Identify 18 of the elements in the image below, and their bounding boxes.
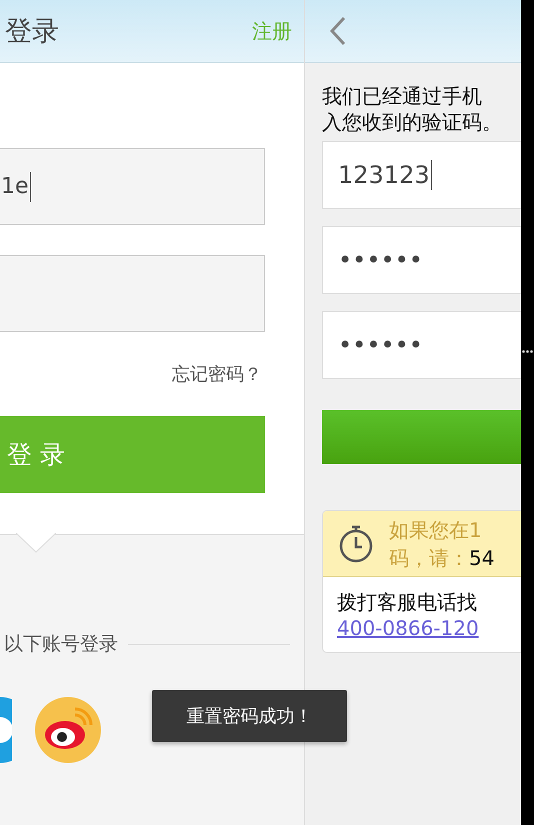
weibo-icon[interactable] [35,697,101,763]
back-icon[interactable] [330,16,346,46]
help-text: 拨打客服电话找 [337,589,478,616]
input-field[interactable]: •••••• [322,226,521,294]
more-icon[interactable] [522,350,533,353]
instruction-text: 我们已经通过手机 入您收到的验证码。 [322,83,503,135]
input-field[interactable]: •••••• [322,311,521,379]
forgot-password-link[interactable]: 忘记密码？ [172,362,262,397]
section-heading: 以下账号登录 [3,632,118,657]
page-title: 登录 [5,15,60,49]
stopwatch-icon [338,524,374,562]
toast-message: 重置密码成功！ [152,690,347,742]
input-field[interactable]: 123123 [322,141,521,209]
password-field[interactable] [0,255,265,332]
username-field[interactable]: 1e [0,148,265,225]
social-login-icon[interactable] [0,697,12,763]
phone-link[interactable]: 400-0866-120 [337,616,479,640]
timeout-notice: 如果您在1 码，请：54 [389,516,494,572]
